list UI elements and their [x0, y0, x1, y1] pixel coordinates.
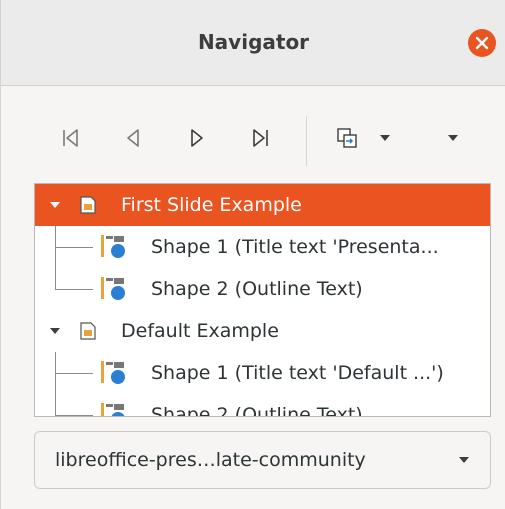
drag-mode-icon [337, 128, 357, 148]
slide-icon [80, 322, 96, 340]
next-slide-button[interactable] [177, 116, 217, 160]
title-bar: Navigator [1, 0, 505, 86]
chevron-down-icon [448, 135, 458, 141]
close-button[interactable] [468, 29, 496, 57]
navigator-toolbar [1, 116, 505, 166]
chevron-down-icon [380, 135, 390, 141]
tree-connector [55, 415, 93, 416]
tree-item-default-slide[interactable]: Default Example [35, 310, 490, 352]
previous-slide-button[interactable] [113, 116, 153, 160]
tree-item-label: Shape 1 (Title text 'Presenta... [151, 236, 439, 258]
drag-mode-button[interactable] [327, 116, 367, 160]
drag-mode-dropdown[interactable] [373, 116, 397, 160]
close-icon [475, 36, 489, 50]
window-title: Navigator [197, 30, 310, 54]
tree-item-label: Shape 2 (Outline Text) [151, 404, 363, 417]
tree-connector [55, 373, 93, 374]
first-icon [63, 129, 78, 147]
expander-icon[interactable] [45, 184, 65, 226]
shape-icon [101, 361, 125, 384]
tree-item-shape[interactable]: Shape 2 (Outline Text) [35, 394, 490, 417]
shape-icon [101, 235, 125, 258]
last-icon [253, 129, 268, 147]
tree-item-shape[interactable]: Shape 1 (Title text 'Presenta... [35, 226, 490, 268]
shape-icon [101, 403, 125, 416]
tree-item-shape[interactable]: Shape 2 (Outline Text) [35, 268, 490, 310]
first-slide-button[interactable] [51, 116, 91, 160]
tree-item-label: Default Example [121, 320, 279, 342]
document-select-value: libreoffice-pres…late-community [55, 449, 366, 471]
tree-connector [55, 289, 93, 290]
last-slide-button[interactable] [240, 116, 280, 160]
toolbar-separator [306, 116, 307, 166]
shape-icon [101, 277, 125, 300]
document-select[interactable]: libreoffice-pres…late-community [34, 431, 491, 489]
navigator-tree[interactable]: First Slide Example Shape 1 (Title text … [34, 183, 491, 417]
navigator-window: Navigator First Slide Example Shape 1 (T… [0, 0, 505, 509]
tree-item-label: Shape 2 (Outline Text) [151, 278, 363, 300]
tree-item-label: First Slide Example [121, 194, 302, 216]
previous-icon [127, 129, 139, 147]
tree-item-first-slide[interactable]: First Slide Example [35, 184, 490, 226]
expander-icon[interactable] [45, 310, 65, 352]
tree-item-shape[interactable]: Shape 1 (Title text 'Default ...') [35, 352, 490, 394]
slide-icon [80, 196, 96, 214]
tree-connector [55, 268, 56, 290]
tree-item-label: Shape 1 (Title text 'Default ...') [151, 362, 444, 384]
chevron-down-icon [458, 432, 470, 488]
shapes-menu-dropdown[interactable] [441, 116, 465, 160]
next-icon [191, 129, 203, 147]
tree-connector [55, 247, 93, 248]
tree-connector [55, 394, 56, 416]
